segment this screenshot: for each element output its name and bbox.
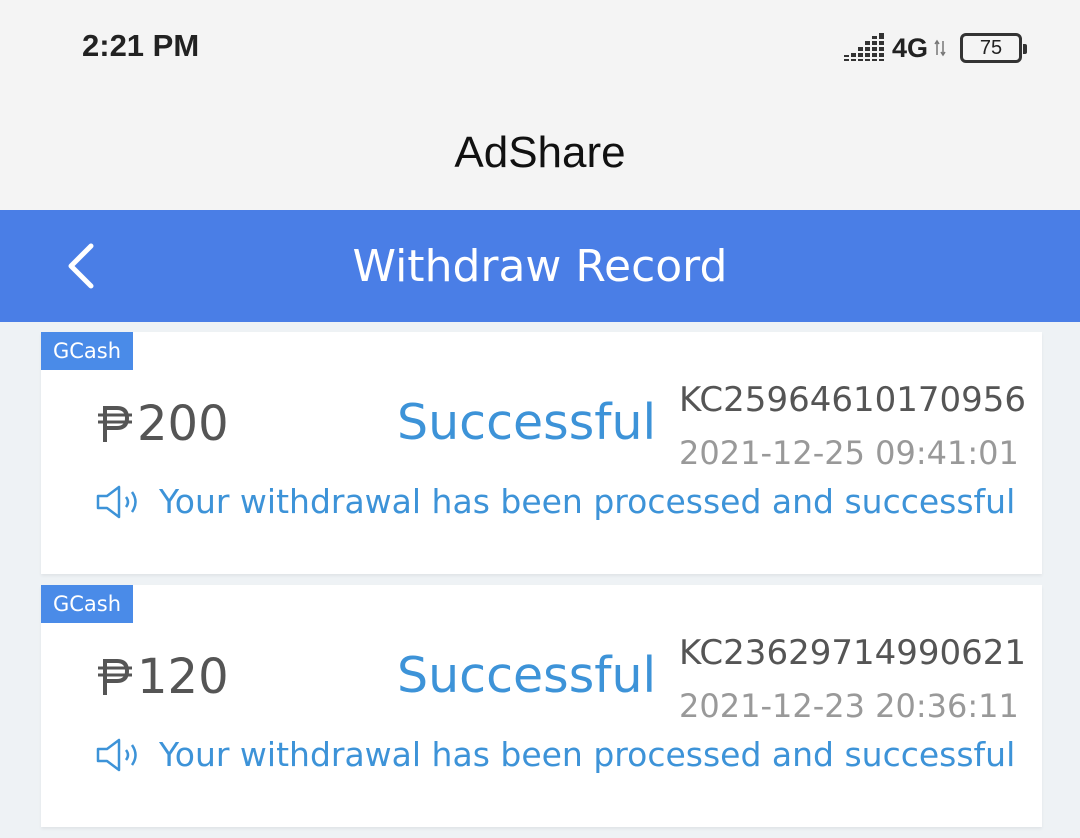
peso-icon <box>98 406 132 442</box>
order-id: KC23629714990621 <box>679 633 1027 673</box>
amount: 120 <box>97 649 229 705</box>
status-text: Successful <box>397 647 657 704</box>
back-button[interactable] <box>52 238 108 294</box>
record-time: 2021-12-23 20:36:11 <box>679 687 1019 725</box>
amount-value: 200 <box>137 396 229 452</box>
notice: Your withdrawal has been processed and s… <box>95 482 1015 521</box>
status-time: 2:21 PM <box>82 28 200 63</box>
signal-icon <box>843 33 886 61</box>
chevron-left-icon <box>68 243 94 289</box>
peso-icon <box>98 659 132 695</box>
record-card[interactable]: GCash 120 Successful KC23629714990621 20… <box>41 585 1042 827</box>
method-badge: GCash <box>41 332 134 370</box>
withdraw-record-list: GCash 200 Successful KC25964610170956 20… <box>0 322 1080 838</box>
notice-text: Your withdrawal has been processed and s… <box>159 735 1016 774</box>
status-text: Successful <box>397 394 657 451</box>
speaker-icon <box>96 485 137 518</box>
net-arrows-icon <box>934 39 946 57</box>
order-id: KC25964610170956 <box>679 380 1027 420</box>
network-type: 4G <box>891 32 928 63</box>
nav-bar: Withdraw Record <box>0 210 1080 322</box>
status-bar: 2:21 PM 4G 75 <box>0 0 1080 96</box>
app-title: AdShare <box>454 128 626 177</box>
page-title: Withdraw Record <box>352 240 728 292</box>
method-badge: GCash <box>41 585 134 623</box>
speaker-icon <box>96 738 137 771</box>
battery-level: 75 <box>979 36 1003 59</box>
record-card[interactable]: GCash 200 Successful KC25964610170956 20… <box>41 332 1042 574</box>
record-time: 2021-12-25 09:41:01 <box>679 434 1019 472</box>
amount: 200 <box>97 396 229 452</box>
battery-icon: 75 <box>960 33 1027 63</box>
amount-value: 120 <box>137 649 229 705</box>
notice-text: Your withdrawal has been processed and s… <box>159 482 1016 521</box>
status-indicators: 4G 75 <box>843 30 1027 66</box>
app-title-bar: AdShare <box>0 96 1080 210</box>
notice: Your withdrawal has been processed and s… <box>95 735 1015 774</box>
